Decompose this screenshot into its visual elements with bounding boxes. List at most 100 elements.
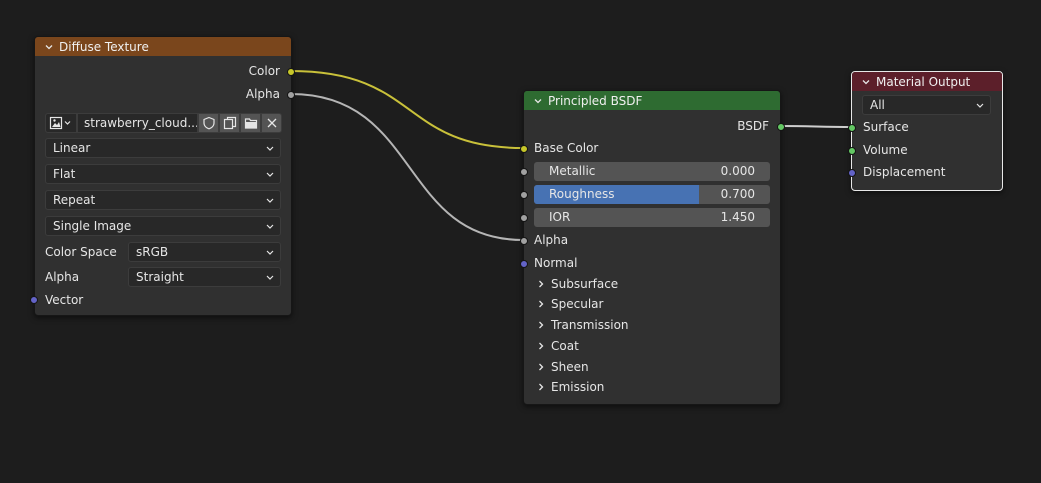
input-label-base-color: Base Color: [534, 141, 599, 155]
image-name-field[interactable]: strawberry_cloud...: [77, 113, 198, 133]
folder-icon: [244, 118, 257, 129]
panel-label: Specular: [551, 297, 604, 311]
panel-label: Coat: [551, 339, 579, 353]
chevron-down-icon: [266, 146, 274, 151]
node-title: Material Output: [876, 74, 971, 89]
extension-dropdown[interactable]: Repeat: [45, 190, 281, 210]
chevron-down-icon: [266, 172, 274, 177]
open-image-button[interactable]: [240, 113, 261, 133]
node-header[interactable]: Material Output: [852, 72, 1002, 91]
input-socket-base-color[interactable]: [520, 145, 528, 153]
alpha-mode-dropdown[interactable]: Straight: [128, 267, 281, 287]
input-socket-displacement[interactable]: [848, 169, 856, 177]
slider-value: 1.450: [720, 210, 755, 224]
input-socket-volume[interactable]: [848, 147, 856, 155]
target-dropdown[interactable]: All: [862, 95, 991, 115]
node-header[interactable]: Diffuse Texture: [35, 37, 291, 56]
input-socket-surface[interactable]: [848, 124, 856, 132]
output-socket-color[interactable]: [287, 68, 295, 76]
output-socket-bsdf[interactable]: [777, 123, 785, 131]
input-socket-ior[interactable]: [520, 214, 528, 222]
input-socket-vector[interactable]: [30, 296, 38, 304]
input-socket-metallic[interactable]: [520, 168, 528, 176]
alpha-mode-label: Alpha: [45, 270, 80, 284]
dropdown-value: All: [870, 98, 885, 112]
slider-label: Roughness: [549, 187, 615, 201]
dropdown-value: Single Image: [53, 219, 132, 233]
input-label-volume: Volume: [863, 143, 908, 157]
slider-value: 0.700: [720, 187, 755, 201]
color-space-label: Color Space: [45, 245, 117, 259]
input-label-displacement: Displacement: [863, 165, 946, 179]
roughness-slider[interactable]: Roughness 0.700: [534, 185, 770, 204]
image-browse-button[interactable]: [45, 113, 77, 133]
dropdown-value: sRGB: [136, 245, 169, 259]
duplicate-icon: [223, 116, 236, 130]
image-selector: strawberry_cloud...: [45, 113, 282, 133]
panel-emission[interactable]: Emission: [536, 380, 604, 394]
chevron-down-icon[interactable]: [43, 41, 55, 53]
output-socket-alpha[interactable]: [287, 91, 295, 99]
image-icon: [49, 116, 71, 130]
ior-slider[interactable]: IOR 1.450: [534, 208, 770, 227]
panel-sheen[interactable]: Sheen: [536, 360, 589, 374]
output-label-color: Color: [248, 64, 280, 78]
chevron-right-icon: [536, 299, 548, 309]
input-label-normal: Normal: [534, 256, 578, 270]
input-socket-alpha[interactable]: [520, 237, 528, 245]
source-dropdown[interactable]: Single Image: [45, 216, 281, 236]
input-socket-normal[interactable]: [520, 260, 528, 268]
chevron-right-icon: [536, 362, 548, 372]
principled-bsdf-node[interactable]: Principled BSDF BSDF Base Color Metallic…: [520, 90, 785, 405]
fake-user-button[interactable]: [198, 113, 219, 133]
chevron-right-icon: [536, 382, 548, 392]
color-space-dropdown[interactable]: sRGB: [128, 242, 281, 262]
dropdown-value: Straight: [136, 270, 184, 284]
unlink-image-button[interactable]: [261, 113, 282, 133]
panel-transmission[interactable]: Transmission: [536, 318, 629, 332]
material-output-node[interactable]: Material Output All Surface Volume Displ…: [848, 71, 1003, 191]
panel-label: Transmission: [551, 318, 629, 332]
interpolation-dropdown[interactable]: Linear: [45, 138, 281, 158]
link-color-to-base-color: [290, 70, 524, 149]
chevron-right-icon: [536, 320, 548, 330]
node-header[interactable]: Principled BSDF: [524, 91, 780, 110]
output-label-alpha: Alpha: [245, 87, 280, 101]
chevron-down-icon: [976, 103, 984, 108]
close-icon: [267, 118, 276, 128]
link-bsdf-to-surface: [780, 125, 853, 128]
panel-subsurface[interactable]: Subsurface: [536, 277, 618, 291]
chevron-down-icon[interactable]: [860, 76, 872, 88]
panel-label: Subsurface: [551, 277, 619, 291]
dropdown-value: Repeat: [53, 193, 96, 207]
chevron-right-icon: [536, 279, 548, 289]
panel-label: Sheen: [551, 360, 589, 374]
chevron-down-icon: [266, 198, 274, 203]
chevron-down-icon: [266, 275, 274, 280]
chevron-down-icon: [266, 250, 274, 255]
panel-coat[interactable]: Coat: [536, 339, 579, 353]
slider-value: 0.000: [720, 164, 755, 178]
metallic-slider[interactable]: Metallic 0.000: [534, 162, 770, 181]
slider-label: Metallic: [549, 164, 596, 178]
output-label-bsdf: BSDF: [737, 119, 769, 133]
chevron-right-icon: [536, 341, 548, 351]
chevron-down-icon[interactable]: [532, 95, 544, 107]
dropdown-value: Flat: [53, 167, 76, 181]
panel-label: Emission: [551, 380, 605, 394]
panel-specular[interactable]: Specular: [536, 297, 603, 311]
dropdown-value: Linear: [53, 141, 91, 155]
slider-label: IOR: [549, 210, 571, 224]
input-label-vector: Vector: [45, 293, 84, 307]
input-socket-roughness[interactable]: [520, 191, 528, 199]
link-alpha-to-alpha: [290, 93, 524, 241]
shield-icon: [202, 116, 215, 130]
diffuse-texture-node[interactable]: Diffuse Texture Color Alpha strawberry_c…: [30, 36, 295, 316]
node-title: Principled BSDF: [548, 93, 643, 108]
input-label-alpha: Alpha: [534, 233, 569, 247]
input-label-surface: Surface: [863, 120, 909, 134]
node-editor-canvas[interactable]: Diffuse Texture Color Alpha strawberry_c…: [0, 0, 1041, 483]
node-title: Diffuse Texture: [59, 39, 149, 54]
new-image-button[interactable]: [219, 113, 240, 133]
projection-dropdown[interactable]: Flat: [45, 164, 281, 184]
